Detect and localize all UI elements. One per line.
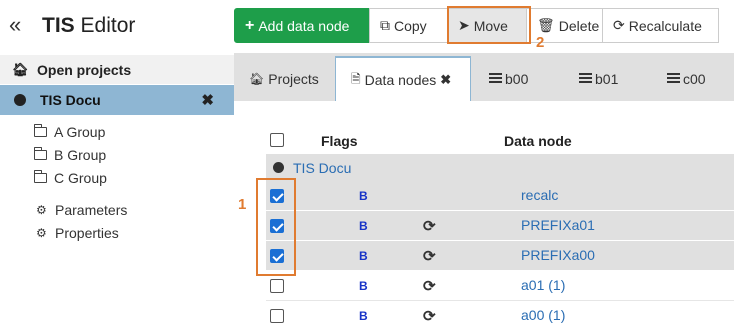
- trash-icon: 🗑︎: [537, 17, 555, 33]
- copy-icon: ⧉: [380, 17, 390, 33]
- checkbox-highlight-box: [256, 178, 296, 276]
- copy-button[interactable]: ⧉ Copy: [369, 8, 448, 43]
- folder-icon: [34, 169, 47, 183]
- tab-label: Data nodes: [364, 72, 437, 88]
- table-header: Flags Data node: [266, 126, 734, 154]
- tab-c00[interactable]: c00: [647, 56, 734, 101]
- folder-icon: [34, 146, 47, 160]
- select-all-checkbox[interactable]: [270, 133, 284, 147]
- refresh-icon: ⟳: [423, 308, 436, 323]
- group-item[interactable]: C Group: [34, 166, 107, 189]
- data-node-link[interactable]: a00 (1): [521, 307, 565, 323]
- sidebar: « TIS Editor 🏠︎ Open projects TIS Docu ✖…: [0, 0, 234, 323]
- table-row[interactable]: B ⟳ a00 (1): [266, 301, 734, 323]
- flags-header: Flags: [321, 133, 358, 149]
- sidebar-header: « TIS Editor: [0, 0, 234, 53]
- plus-icon: +: [245, 16, 255, 34]
- tab-b01[interactable]: b01: [559, 56, 647, 101]
- tab-projects[interactable]: 🏠︎ Projects: [234, 56, 335, 101]
- project-name: TIS Docu: [40, 92, 101, 108]
- gears-icon: ⚙: [36, 225, 47, 240]
- add-data-node-button[interactable]: + Add data node: [234, 8, 370, 43]
- tool-list: ⚙ Parameters ⚙ Properties: [36, 198, 127, 244]
- open-projects-label: Open projects: [37, 61, 132, 78]
- flag-badge: B: [359, 189, 368, 203]
- flag-badge: B: [359, 279, 368, 293]
- group-label: B Group: [54, 146, 107, 163]
- gear-icon: ⚙: [36, 202, 47, 217]
- group-list: A Group B Group C Group: [34, 120, 107, 189]
- callout-2: 2: [536, 34, 545, 51]
- tab-label: Projects: [268, 70, 319, 87]
- group-label: A Group: [54, 123, 106, 140]
- data-node-link[interactable]: PREFIXa00: [521, 247, 595, 263]
- app-title: TIS Editor: [42, 13, 135, 39]
- table-row[interactable]: B ⟳ PREFIXa00: [266, 241, 734, 271]
- tab-label: c00: [683, 70, 706, 87]
- project-group-label: TIS Docu: [293, 159, 352, 176]
- table-row[interactable]: B ⟳ PREFIXa01: [266, 211, 734, 241]
- move-highlight-box: [447, 6, 531, 44]
- add-label: Add data node: [258, 17, 350, 34]
- tool-label: Properties: [55, 224, 119, 241]
- close-tab-icon[interactable]: ✖: [440, 72, 451, 88]
- data-node-link[interactable]: PREFIXa01: [521, 217, 595, 233]
- table-body: TIS Docu B recalc B ⟳ PREFIXa01 B ⟳ PREF…: [266, 154, 734, 323]
- group-label: C Group: [54, 169, 107, 186]
- refresh-icon: ⟳: [613, 17, 625, 33]
- tool-item-parameters[interactable]: ⚙ Parameters: [36, 198, 127, 221]
- row-checkbox[interactable]: [270, 279, 284, 293]
- recalculate-button[interactable]: ⟳ Recalculate: [602, 8, 719, 43]
- tab-label: b01: [595, 70, 619, 87]
- group-item[interactable]: B Group: [34, 143, 107, 166]
- tool-label: Parameters: [55, 201, 128, 218]
- project-item-tis-docu[interactable]: TIS Docu ✖: [0, 85, 234, 115]
- project-dot-icon: [273, 162, 284, 173]
- tab-label: b00: [505, 70, 529, 87]
- database-icon: [667, 73, 680, 84]
- database-icon: [489, 73, 502, 84]
- refresh-icon: ⟳: [423, 248, 436, 265]
- copy-label: Copy: [394, 17, 427, 34]
- data-node-link[interactable]: recalc: [521, 187, 558, 203]
- collapse-icon[interactable]: «: [9, 14, 21, 36]
- app-title-bold: TIS: [42, 14, 75, 37]
- file-icon: 🗎: [351, 71, 361, 86]
- delete-label: Delete: [558, 17, 600, 34]
- project-dot-icon: [14, 94, 26, 106]
- app-title-rest: Editor: [74, 14, 136, 37]
- row-checkbox[interactable]: [270, 309, 284, 323]
- database-icon: [579, 73, 592, 84]
- refresh-icon: ⟳: [423, 218, 436, 235]
- tool-item-properties[interactable]: ⚙ Properties: [36, 221, 127, 244]
- flag-badge: B: [359, 249, 368, 263]
- data-node-link[interactable]: a01 (1): [521, 277, 565, 293]
- table-row[interactable]: B recalc: [266, 181, 734, 211]
- folder-icon: [34, 123, 47, 137]
- flag-badge: B: [359, 309, 368, 323]
- table-row[interactable]: B ⟳ a01 (1): [266, 271, 734, 301]
- tab-data-nodes[interactable]: 🗎 Data nodes ✖: [335, 56, 471, 102]
- recalculate-label: Recalculate: [628, 17, 702, 34]
- tab-b00[interactable]: b00: [471, 56, 559, 101]
- callout-1: 1: [238, 196, 247, 213]
- refresh-icon: ⟳: [423, 278, 436, 295]
- project-group-row[interactable]: TIS Docu: [266, 154, 734, 181]
- open-projects-header[interactable]: 🏠︎ Open projects: [0, 55, 234, 84]
- group-item[interactable]: A Group: [34, 120, 107, 143]
- close-project-icon[interactable]: ✖: [201, 91, 214, 109]
- data-node-header: Data node: [504, 133, 572, 149]
- home-icon: 🏠︎: [249, 71, 265, 86]
- home-icon: 🏠︎: [12, 61, 29, 77]
- flag-badge: B: [359, 219, 368, 233]
- tab-bar: 🏠︎ Projects 🗎 Data nodes ✖ b00 b01 c00: [234, 56, 734, 102]
